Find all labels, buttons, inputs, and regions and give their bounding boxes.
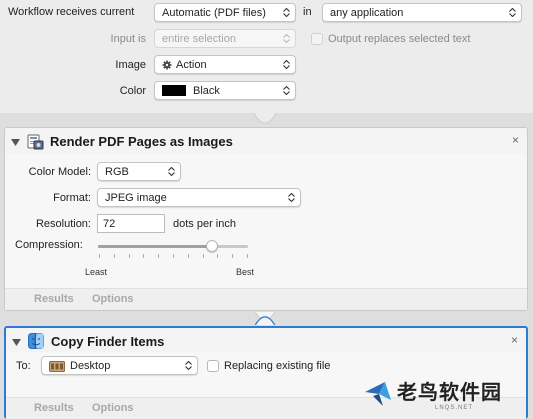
automator-action-icon (27, 133, 44, 153)
watermark-text: 老鸟软件园 (397, 380, 502, 404)
disclosure-triangle-icon[interactable] (11, 137, 20, 149)
compression-slider[interactable] (98, 245, 248, 248)
color-model-label: Color Model: (28, 166, 91, 178)
results-tab[interactable]: Results (34, 402, 74, 414)
chevron-updown-icon (282, 58, 291, 71)
slider-tick (128, 254, 130, 258)
replacing-existing-checkbox[interactable] (207, 360, 219, 372)
resolution-unit: dots per inch (173, 218, 236, 230)
input-is-label: Input is (110, 33, 146, 45)
workflow-receives-value: Automatic (PDF files) (162, 6, 266, 19)
slider-max-label: Best (236, 267, 255, 277)
chevron-updown-icon (184, 359, 193, 372)
chevron-updown-icon (167, 165, 176, 178)
connector-link (254, 312, 276, 325)
image-label: Image (115, 59, 146, 71)
workflow-settings: Workflow receives current Automatic (PDF… (0, 0, 533, 113)
replacing-existing-label: Replacing existing file (224, 360, 331, 372)
watermark-logo: 老鸟软件园 LNQS.NET (363, 376, 533, 419)
color-model-value: RGB (105, 165, 129, 178)
action-footer: Results Options (5, 288, 527, 310)
action-header: Copy Finder Items × (6, 328, 526, 354)
resolution-field[interactable]: 72 (97, 214, 165, 233)
format-label: Format: (53, 192, 91, 204)
slider-tick (202, 254, 204, 258)
action-body: Color Model: RGB Format: JPEG image Reso… (5, 154, 527, 290)
color-value: Black (193, 84, 220, 97)
image-value: Action (176, 58, 207, 71)
slider-tick (113, 254, 115, 258)
to-label: To: (16, 360, 31, 372)
chevron-updown-icon (287, 191, 296, 204)
format-popup[interactable]: JPEG image (97, 188, 301, 207)
options-tab[interactable]: Options (92, 402, 134, 414)
color-popup[interactable]: Black (154, 81, 296, 100)
disclosure-triangle-icon[interactable] (12, 337, 21, 349)
color-swatch (162, 85, 186, 96)
color-model-popup[interactable]: RGB (97, 162, 181, 181)
slider-tick (143, 254, 145, 258)
application-popup[interactable]: any application (322, 3, 522, 22)
compression-label: Compression: (15, 239, 83, 251)
application-value: any application (330, 6, 404, 19)
action-title: Copy Finder Items (51, 334, 165, 349)
destination-value: Desktop (70, 359, 111, 372)
desktop-folder-icon (49, 360, 65, 372)
watermark-sub: LNQS.NET (435, 405, 474, 411)
slider-tick (187, 254, 189, 258)
workflow-receives-popup[interactable]: Automatic (PDF files) (154, 3, 296, 22)
in-label: in (303, 6, 312, 18)
format-value: JPEG image (105, 191, 167, 204)
workflow-receives-label: Workflow receives current (8, 6, 135, 18)
compression-slider-fill (98, 245, 212, 248)
slider-tick (158, 254, 160, 258)
close-action-icon[interactable]: × (512, 133, 519, 147)
compression-slider-thumb[interactable] (206, 240, 218, 252)
options-tab[interactable]: Options (92, 293, 134, 305)
action-header: Render PDF Pages as Images × (5, 128, 527, 154)
output-replaces-checkbox[interactable] (311, 33, 323, 45)
workflow-area: Render PDF Pages as Images × Color Model… (0, 113, 533, 419)
output-replaces-label: Output replaces selected text (328, 33, 471, 45)
render-pdf-action[interactable]: Render PDF Pages as Images × Color Model… (4, 127, 528, 311)
image-popup[interactable]: Action (154, 55, 296, 74)
resolution-label: Resolution: (35, 218, 91, 230)
slider-tick (232, 254, 234, 258)
close-action-icon[interactable]: × (511, 333, 518, 347)
chevron-updown-icon (282, 6, 291, 19)
input-is-value: entire selection (162, 32, 236, 45)
slider-min-label: Least (85, 267, 108, 277)
chevron-updown-icon (282, 84, 291, 97)
chevron-updown-icon (508, 6, 517, 19)
slider-tick (247, 254, 248, 258)
gear-icon (162, 60, 172, 70)
action-title: Render PDF Pages as Images (50, 134, 233, 149)
slider-tick (99, 254, 100, 258)
bird-logo-icon (365, 382, 391, 406)
finder-icon (28, 333, 44, 352)
chevron-updown-icon (282, 32, 291, 45)
results-tab[interactable]: Results (34, 293, 74, 305)
color-label: Color (119, 85, 146, 97)
destination-popup[interactable]: Desktop (41, 356, 198, 375)
connector-notch (253, 113, 277, 124)
slider-tick (217, 254, 219, 258)
input-is-popup[interactable]: entire selection (154, 29, 296, 48)
slider-tick (173, 254, 174, 258)
